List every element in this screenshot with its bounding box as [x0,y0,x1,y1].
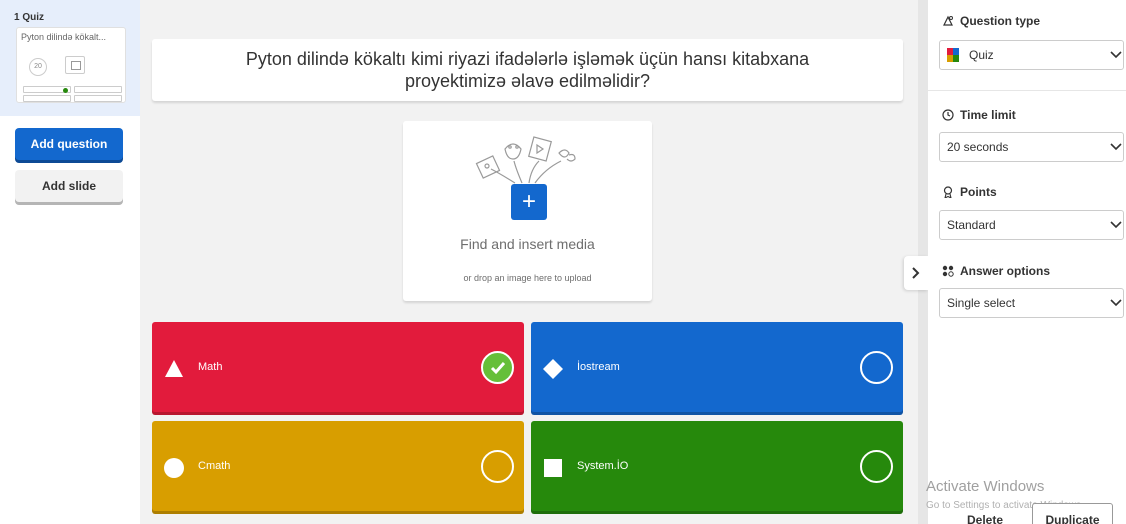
question-type-title: Question type [960,14,1041,28]
time-limit-value: 20 seconds [947,140,1009,154]
correct-check-icon[interactable] [481,351,514,384]
diamond-icon [543,359,563,379]
chevron-down-icon [1110,299,1122,307]
answer-options-title: Answer options [960,264,1051,278]
answer-text[interactable]: İostream [577,361,620,373]
thumbnail-media-icon [65,56,85,74]
settings-panel: Question type Quiz Time limit 20 seconds… [928,0,1126,524]
slide-card[interactable]: 1 Quiz Pyton dilində kökalt... 20 [0,0,140,116]
delete-button[interactable]: Delete [945,508,1025,524]
duplicate-button[interactable]: Duplicate [1032,503,1113,524]
points-heading: Points [942,185,997,199]
media-title: Find and insert media [460,236,595,252]
left-sidebar: 1 Quiz Pyton dilində kökalt... 20 Add qu… [0,0,140,524]
slide-number-label: 1 Quiz [14,12,45,23]
question-type-heading: Question type [942,14,1040,28]
answer-text[interactable]: System.İO [577,460,628,472]
thumbnail-correct-dot [63,88,68,93]
slide-thumbnail[interactable]: Pyton dilində kökalt... 20 [16,27,126,103]
mark-correct-circle-icon[interactable] [860,351,893,384]
answer-text[interactable]: Math [198,361,222,373]
thumbnail-title: Pyton dilində kökalt... [21,32,107,42]
mark-correct-circle-icon[interactable] [860,450,893,483]
square-icon [544,459,562,477]
shapes-icon [942,15,954,27]
chevron-down-icon [1110,143,1122,151]
points-title: Points [960,185,997,199]
answer-options-value: Single select [947,296,1016,310]
media-subtitle: or drop an image here to upload [463,273,592,283]
mark-correct-circle-icon[interactable] [481,450,514,483]
media-dropzone[interactable]: + Find and insert media or drop an image… [403,121,652,301]
question-type-select[interactable]: Quiz [939,40,1124,70]
question-type-value: Quiz [969,48,994,62]
points-value: Standard [947,218,996,232]
question-input[interactable]: Pyton dilində kökaltı kimi riyazi ifadəl… [152,39,903,101]
add-media-button[interactable]: + [511,184,547,220]
answer-option-1[interactable]: Math [152,322,524,412]
time-limit-title: Time limit [960,108,1016,122]
divider [928,90,1126,91]
collapse-panel-button[interactable] [904,256,928,290]
circle-icon [164,458,184,478]
answer-options-heading: Answer options [942,264,1050,278]
time-limit-heading: Time limit [942,108,1016,122]
thumbnail-answer [74,86,122,93]
points-select[interactable]: Standard [939,210,1124,240]
add-slide-button[interactable]: Add slide [15,170,123,202]
answer-option-3[interactable]: Cmath [152,421,524,511]
answer-text[interactable]: Cmath [198,460,230,472]
add-question-button[interactable]: Add question [15,128,123,160]
medal-icon [942,186,954,198]
thumbnail-answer [23,95,71,102]
time-limit-select[interactable]: 20 seconds [939,132,1124,162]
quiz-type-icon [947,48,959,62]
answer-option-2[interactable]: İostream [531,322,903,412]
triangle-icon [165,360,183,377]
clock-icon [942,109,954,121]
thumbnail-timer: 20 [29,58,47,76]
answer-options-select[interactable]: Single select [939,288,1124,318]
activate-windows-title: Activate Windows [926,478,1045,495]
grid-dots-icon [942,265,954,277]
chevron-down-icon [1110,51,1122,59]
answer-option-4[interactable]: System.İO [531,421,903,511]
chevron-right-icon [912,267,920,279]
thumbnail-answer [74,95,122,102]
chevron-down-icon [1110,221,1122,229]
